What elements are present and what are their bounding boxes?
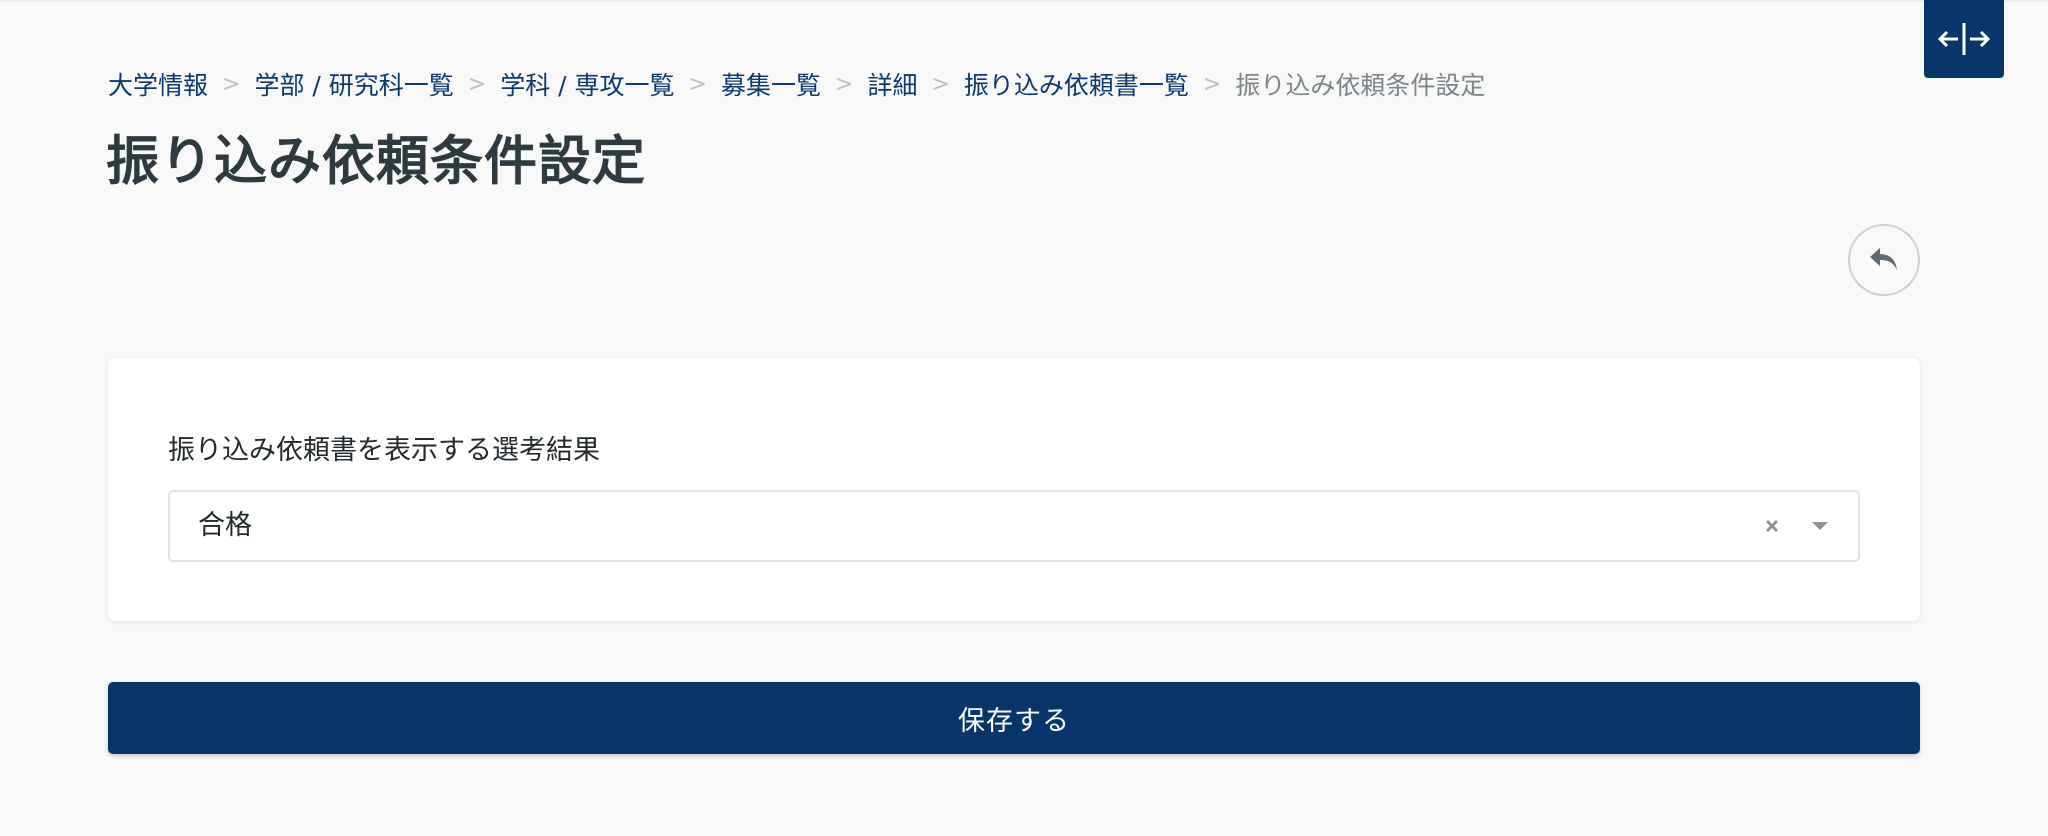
sidebar-toggle-button[interactable] bbox=[1924, 0, 2004, 78]
breadcrumb-current: 振り込み依頼条件設定 bbox=[1235, 71, 1486, 100]
breadcrumb-separator: > bbox=[835, 71, 854, 97]
breadcrumb-separator: > bbox=[931, 71, 950, 97]
form-card: 振り込み依頼書を表示する選考結果 合格 bbox=[108, 358, 1920, 621]
reply-arrow-icon bbox=[1870, 248, 1897, 270]
close-icon[interactable] bbox=[1760, 514, 1784, 538]
expand-horizontal-icon bbox=[1937, 23, 1991, 55]
breadcrumb-separator: > bbox=[222, 71, 241, 97]
breadcrumb-item-faculty-list[interactable]: 学部 / 研究科一覧 bbox=[254, 66, 453, 102]
selection-result-select[interactable]: 合格 bbox=[168, 490, 1860, 562]
back-button[interactable] bbox=[1848, 224, 1920, 296]
breadcrumb-item-university-info[interactable]: 大学情報 bbox=[108, 66, 208, 102]
breadcrumb: 大学情報 > 学部 / 研究科一覧 > 学科 / 専攻一覧 > 募集一覧 > 詳… bbox=[108, 66, 1485, 102]
selected-value: 合格 bbox=[198, 510, 252, 541]
page-title: 振り込み依頼条件設定 bbox=[106, 131, 646, 192]
breadcrumb-item-detail[interactable]: 詳細 bbox=[867, 66, 917, 102]
save-button[interactable]: 保存する bbox=[108, 682, 1920, 754]
page: 大学情報 > 学部 / 研究科一覧 > 学科 / 専攻一覧 > 募集一覧 > 詳… bbox=[0, 0, 2048, 836]
breadcrumb-separator: > bbox=[1202, 71, 1222, 97]
chevron-down-icon[interactable] bbox=[1808, 514, 1832, 538]
header-shadow bbox=[0, 0, 2048, 3]
breadcrumb-item-department-list[interactable]: 学科 / 専攻一覧 bbox=[500, 66, 674, 102]
breadcrumb-separator: > bbox=[467, 71, 487, 97]
breadcrumb-item-transfer-request-list[interactable]: 振り込み依頼書一覧 bbox=[964, 66, 1189, 102]
breadcrumb-item-recruitment-list[interactable]: 募集一覧 bbox=[721, 66, 821, 102]
breadcrumb-separator: > bbox=[688, 71, 707, 97]
selection-result-label: 振り込み依頼書を表示する選考結果 bbox=[168, 435, 600, 466]
